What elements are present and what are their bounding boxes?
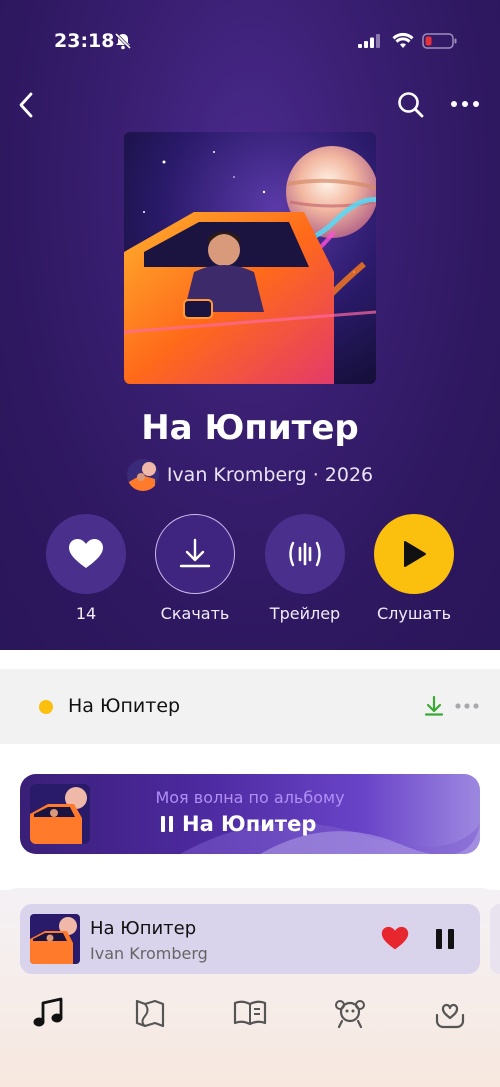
trailer-button[interactable] — [265, 514, 345, 594]
artist-name-year: Ivan Kromberg · 2026 — [166, 464, 374, 486]
track-more-button[interactable] — [454, 702, 480, 710]
signal-icon — [358, 34, 380, 48]
tab-book-icon[interactable] — [232, 995, 268, 1031]
status-bar: 23:18 — [0, 22, 500, 62]
wave-title: На Юпитер — [182, 812, 317, 836]
track-title: На Юпитер — [68, 695, 181, 717]
wave-title-row: На Юпитер — [160, 812, 316, 836]
muted-bell-icon — [114, 32, 132, 50]
tab-kids-icon[interactable] — [332, 995, 368, 1031]
tab-music-note-icon[interactable] — [30, 995, 66, 1031]
battery-icon — [422, 33, 457, 49]
next-card-peek[interactable] — [490, 904, 500, 974]
tab-heart-box-icon[interactable] — [432, 995, 468, 1031]
wave-subtitle: Моя волна по альбому — [155, 788, 345, 807]
back-button[interactable] — [12, 88, 42, 122]
like-button[interactable] — [46, 514, 126, 594]
download-button[interactable] — [155, 514, 235, 594]
album-cover — [124, 132, 376, 384]
downloaded-icon — [424, 695, 444, 716]
mini-pause-button[interactable] — [434, 928, 456, 950]
heart-icon — [69, 539, 103, 568]
album-wave-banner[interactable]: Моя волна по альбому На Юпитер — [20, 774, 480, 854]
download-label: Скачать — [160, 604, 230, 623]
play-button[interactable] — [374, 514, 454, 594]
wifi-icon — [392, 32, 414, 48]
album-title: На Юпитер — [141, 408, 359, 448]
play-label: Слушать — [376, 604, 452, 623]
download-icon — [179, 538, 211, 568]
now-playing-indicator — [39, 700, 53, 714]
mini-player-artist: Ivan Kromberg — [90, 944, 208, 963]
mini-like-button[interactable] — [381, 926, 409, 951]
mini-player[interactable] — [20, 904, 480, 974]
search-button[interactable] — [396, 90, 426, 120]
clock: 23:18 — [54, 30, 115, 52]
artist-info[interactable]: Ivan Kromberg · 2026 — [0, 458, 500, 492]
track-row[interactable]: На Юпитер — [0, 669, 500, 744]
trailer-label: Трейлер — [269, 604, 341, 623]
pause-icon — [161, 816, 173, 832]
more-options-button[interactable] — [450, 96, 480, 112]
artist-avatar — [126, 459, 159, 491]
like-count: 14 — [75, 604, 97, 623]
play-icon — [404, 541, 426, 567]
mini-player-title: На Юпитер — [90, 918, 197, 939]
trailer-icon — [289, 541, 321, 567]
tab-map-icon[interactable] — [132, 995, 168, 1031]
mini-player-cover — [30, 914, 80, 964]
